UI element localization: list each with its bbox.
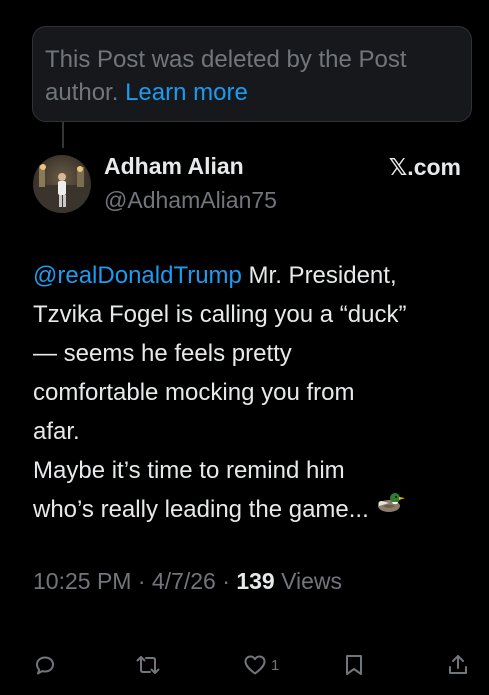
- bookmark-button[interactable]: [343, 650, 365, 680]
- post-line-3: — seems he feels pretty: [33, 340, 292, 367]
- post-line-7-text: who’s really leading the game...: [33, 496, 369, 523]
- post-meta: 10:25 PM · 4/7/26 · 139 Views: [33, 565, 342, 597]
- author-name[interactable]: Adham Alian: [104, 150, 244, 182]
- avatar[interactable]: [33, 155, 91, 213]
- post-time[interactable]: 10:25 PM: [33, 568, 131, 594]
- bookmark-icon: [343, 653, 365, 677]
- like-count: 1: [271, 656, 280, 674]
- learn-more-link[interactable]: Learn more: [125, 79, 248, 106]
- heart-icon: [243, 653, 267, 677]
- meta-separator: ·: [131, 568, 152, 594]
- reply-icon: [33, 653, 57, 677]
- post-line-6: Maybe it’s time to remind him: [33, 457, 345, 484]
- views-count: 139: [236, 568, 275, 594]
- thread-connector-line: [62, 122, 64, 148]
- like-button[interactable]: 1: [243, 650, 279, 680]
- share-button[interactable]: [446, 650, 470, 680]
- post-line-5: afar.: [33, 418, 80, 445]
- repost-button[interactable]: [135, 650, 161, 680]
- post-line-1: @realDonaldTrump Mr. President,: [33, 256, 478, 295]
- meta-separator: ·: [215, 568, 237, 594]
- deleted-post-notice: This Post was deleted by the Post author…: [32, 26, 472, 122]
- post-line-7: who’s really leading the game...: [33, 490, 478, 529]
- reply-button[interactable]: [33, 650, 57, 680]
- x-logo: 𝕏.com: [388, 154, 461, 180]
- action-bar: 1: [0, 650, 489, 680]
- post-date[interactable]: 4/7/26: [152, 568, 216, 594]
- post-line-1-rest: Mr. President,: [241, 262, 397, 289]
- post-body: @realDonaldTrump Mr. President, Tzvika F…: [33, 256, 478, 529]
- mention-link[interactable]: @realDonaldTrump: [33, 262, 242, 289]
- views-label: Views: [274, 568, 343, 594]
- post-line-4: comfortable mocking you from: [33, 379, 355, 406]
- post-line-2: Tzvika Fogel is calling you a “duck”: [33, 301, 407, 328]
- share-icon: [446, 653, 470, 677]
- duck-icon: [375, 488, 405, 527]
- repost-icon: [135, 653, 161, 677]
- author-handle[interactable]: @AdhamAlian75: [104, 184, 277, 216]
